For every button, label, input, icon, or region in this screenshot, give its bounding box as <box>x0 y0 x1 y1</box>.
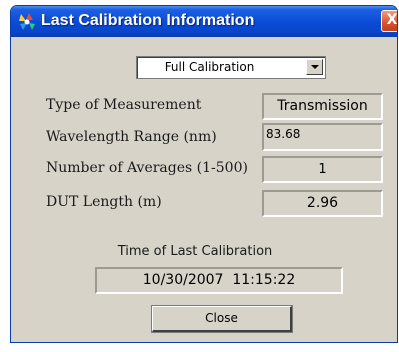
close-button[interactable]: Close <box>152 306 292 332</box>
time-of-last-calibration-field: 10/30/2007 11:15:22 <box>95 267 343 294</box>
app-logo-icon <box>19 13 35 30</box>
wavelength-range-value: 83.68 <box>266 127 301 141</box>
window-title: Last Calibration Information <box>41 12 255 29</box>
number-of-averages-value: 1 <box>318 162 327 177</box>
chevron-down-icon[interactable] <box>306 59 323 75</box>
number-of-averages-label: Number of Averages (1-500) <box>46 160 248 176</box>
calibration-type-dropdown[interactable]: Full Calibration <box>136 56 326 79</box>
calibration-type-value: Full Calibration <box>164 60 255 74</box>
wavelength-range-field: 83.68 <box>262 123 383 151</box>
dut-length-label: DUT Length (m) <box>46 194 162 210</box>
dut-length-field[interactable]: 2.96 <box>262 190 383 217</box>
time-of-last-calibration-label: Time of Last Calibration <box>117 244 273 259</box>
number-of-averages-field[interactable]: 1 <box>262 156 383 183</box>
wavelength-range-label: Wavelength Range (nm) <box>46 129 217 145</box>
time-of-last-calibration-value: 10/30/2007 11:15:22 <box>142 272 296 288</box>
title-bar[interactable]: Last Calibration Information X <box>11 6 397 37</box>
dut-length-value: 2.96 <box>306 195 339 211</box>
type-of-measurement-value: Transmission <box>277 98 368 114</box>
close-button-label: Close <box>205 311 238 325</box>
calibration-dialog: Last Calibration Information X Full Cali… <box>10 5 398 343</box>
dialog-body: Full Calibration Type of Measurement Tra… <box>15 37 393 338</box>
close-window-button[interactable]: X <box>381 10 398 32</box>
type-of-measurement-field: Transmission <box>262 93 383 120</box>
close-icon: X <box>386 12 398 28</box>
type-of-measurement-label: Type of Measurement <box>46 97 202 113</box>
